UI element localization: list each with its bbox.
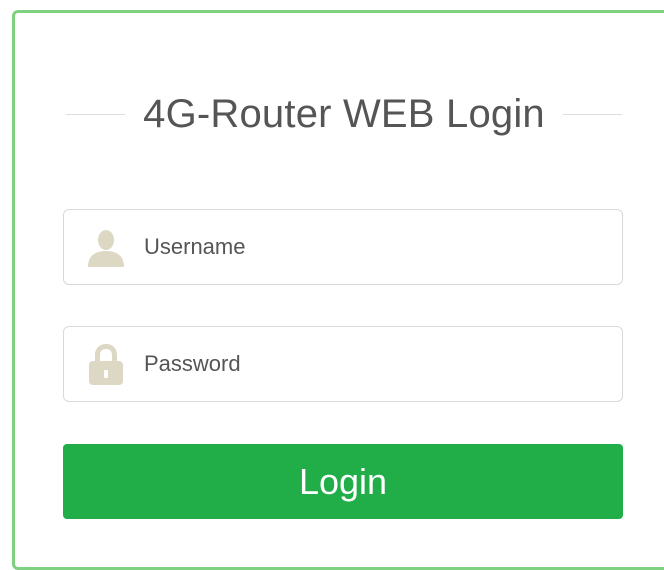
page-title: 4G-Router WEB Login <box>143 91 545 136</box>
title-divider-left <box>66 113 126 115</box>
login-header: 4G-Router WEB Login <box>66 86 622 142</box>
title-divider-right <box>562 113 622 115</box>
login-button[interactable]: Login <box>63 444 623 519</box>
user-icon <box>82 223 130 271</box>
password-input[interactable] <box>144 351 584 377</box>
password-field[interactable] <box>63 326 623 402</box>
lock-icon <box>82 340 130 388</box>
username-field[interactable] <box>63 209 623 285</box>
username-input[interactable] <box>144 234 584 260</box>
